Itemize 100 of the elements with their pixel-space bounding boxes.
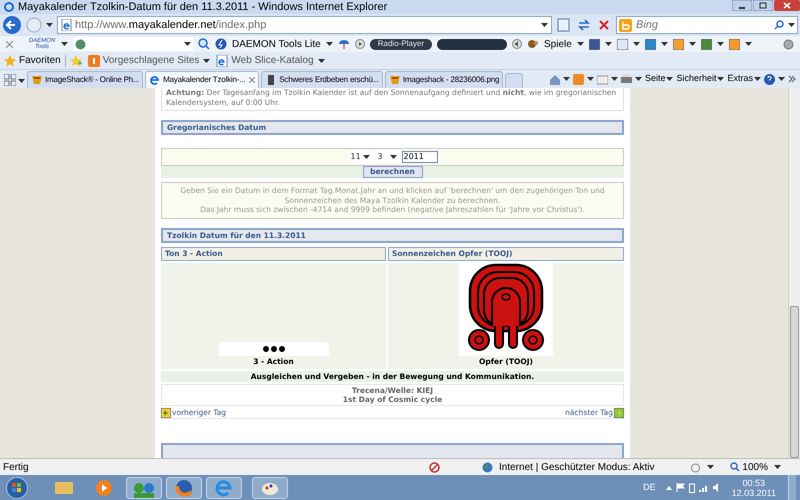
dropdown-caret-icon[interactable] (774, 465, 781, 469)
window-title: Mayakalender Tzolkin-Datum für den 11.3.2011 - Windows Internet Explorer (18, 2, 388, 12)
help-icon[interactable] (764, 74, 775, 84)
search-input[interactable]: Bing (636, 16, 770, 34)
close-icon[interactable] (249, 77, 256, 83)
dropdown-caret-icon[interactable] (716, 42, 724, 46)
dropdown-caret-icon[interactable] (788, 23, 795, 27)
weather-icon[interactable] (338, 38, 350, 50)
dropdown-caret-icon[interactable] (717, 77, 724, 81)
search-engine-logo-icon (619, 18, 632, 32)
command-menu[interactable]: Extras (727, 72, 761, 86)
radio-station-selector[interactable] (437, 38, 507, 50)
dropdown-caret-icon[interactable] (184, 42, 191, 46)
dropdown-caret-icon[interactable] (46, 23, 53, 27)
search-icon[interactable] (198, 38, 210, 50)
dropdown-caret-icon[interactable] (634, 77, 642, 81)
dropdown-caret-icon[interactable] (61, 42, 68, 46)
dropdown-caret-icon[interactable] (707, 465, 714, 469)
scrollbar-thumb[interactable] (790, 306, 799, 458)
address-field[interactable]: http://www.mayakalender.net/index.php (57, 16, 552, 34)
dropdown-caret-icon[interactable] (632, 42, 640, 46)
dropdown-caret-icon[interactable] (604, 42, 612, 46)
blocked-icon (429, 462, 440, 472)
search-icon[interactable] (774, 20, 784, 30)
security-zone-text: Internet | Geschützter Modus: Aktiv (499, 460, 656, 474)
tab-icon (31, 74, 43, 86)
minimize-icon[interactable] (732, 0, 752, 11)
left-arrow-icon (161, 408, 171, 418)
tab-icon (388, 74, 401, 86)
back-icon[interactable] (2, 15, 22, 35)
speaker-icon[interactable] (512, 39, 522, 49)
toolbar-app-icon[interactable] (700, 38, 712, 50)
toolbar-app-icon[interactable] (588, 38, 600, 50)
toolbar-link[interactable]: DAEMON Tools Lite (232, 36, 321, 52)
play-icon[interactable] (354, 39, 365, 49)
dropdown-caret-icon[interactable] (576, 42, 584, 46)
signal-icon[interactable] (698, 484, 709, 492)
dropdown-caret-icon[interactable] (754, 77, 761, 81)
browser-tab[interactable]: Mayakalender Tzolkin-... (145, 71, 260, 88)
globe-icon (75, 38, 86, 50)
dropdown-caret-icon[interactable] (562, 77, 570, 81)
dropdown-caret-icon[interactable] (660, 42, 668, 46)
refresh-icon[interactable] (576, 17, 592, 33)
taskbar-button[interactable] (166, 476, 202, 498)
dropdown[interactable]: 11 (348, 150, 372, 163)
browser-tab[interactable]: ImageShack® - Online Ph... (27, 71, 144, 88)
dropdown[interactable]: 3 (374, 150, 400, 163)
command-menu[interactable]: Seite (644, 72, 674, 86)
toolbar-app-icon[interactable] (728, 38, 740, 50)
close-icon[interactable] (6, 40, 13, 48)
dropdown-caret-icon[interactable] (203, 58, 210, 62)
dropdown-caret-icon[interactable] (326, 42, 333, 46)
dropdown-caret-icon[interactable] (586, 77, 594, 81)
start-button-icon[interactable] (4, 476, 30, 498)
dropdown-caret-icon[interactable] (390, 154, 396, 159)
toolbar-app-icon[interactable] (616, 38, 628, 50)
toolbar-link[interactable]: Spiele (544, 36, 572, 52)
dropdown-caret-icon[interactable] (18, 79, 25, 83)
toolbar-app-icon[interactable] (672, 38, 684, 50)
battery-icon[interactable] (688, 482, 695, 492)
browser-logo-icon (4, 2, 14, 12)
taskbar-button[interactable] (126, 476, 162, 498)
taskbar-button[interactable] (252, 476, 288, 498)
zoom-button[interactable]: 100% (730, 460, 768, 474)
toolbar-search-field[interactable] (73, 37, 193, 51)
dropdown-caret-icon[interactable] (318, 58, 325, 62)
command-menu[interactable]: Sicherheit (676, 72, 724, 86)
dropdown-caret-icon[interactable] (610, 77, 618, 81)
favorites-link[interactable]: Vorgeschlagene Sites (88, 53, 200, 68)
radio-player-button[interactable]: Radio-Player (370, 38, 432, 50)
search-field[interactable]: Bing (616, 16, 798, 34)
browser-tab[interactable]: Schweres Erdbeben erschü... (261, 71, 383, 88)
favorites-button[interactable]: Favoriten (4, 53, 61, 68)
year-field[interactable]: 2011 (402, 150, 438, 163)
tray-arrow-icon[interactable] (666, 486, 672, 490)
settings-icon[interactable] (783, 38, 794, 50)
zoom-icon (730, 462, 740, 472)
maximize-icon[interactable] (753, 0, 773, 11)
quick-tabs-icon[interactable] (4, 74, 16, 86)
close-icon[interactable] (774, 0, 800, 11)
flag-icon[interactable] (676, 483, 685, 492)
dropdown-caret-icon[interactable] (666, 77, 674, 81)
clock-date: 12.03.2011 (732, 488, 776, 498)
game-icon (527, 38, 539, 50)
favorites-link[interactable]: Web Slice-Katalog (216, 53, 314, 68)
tab-icon (149, 74, 162, 86)
chevron-icon[interactable] (788, 75, 796, 83)
right-arrow-icon (614, 408, 624, 418)
dropdown-caret-icon[interactable] (688, 42, 696, 46)
dropdown-caret-icon[interactable] (362, 154, 370, 159)
dropdown-caret-icon[interactable] (541, 23, 548, 27)
toolbar-app-icon[interactable] (644, 38, 656, 50)
dropdown-caret-icon[interactable] (778, 77, 785, 81)
status-text: Fertig (3, 460, 30, 474)
scrollbar[interactable] (788, 88, 800, 458)
printer-icon[interactable] (620, 74, 632, 84)
globe-icon (482, 462, 493, 472)
browser-tab[interactable]: Imageshack - 28236006.png (384, 71, 504, 88)
lightning-icon (215, 38, 227, 50)
dropdown-caret-icon[interactable] (744, 42, 752, 46)
